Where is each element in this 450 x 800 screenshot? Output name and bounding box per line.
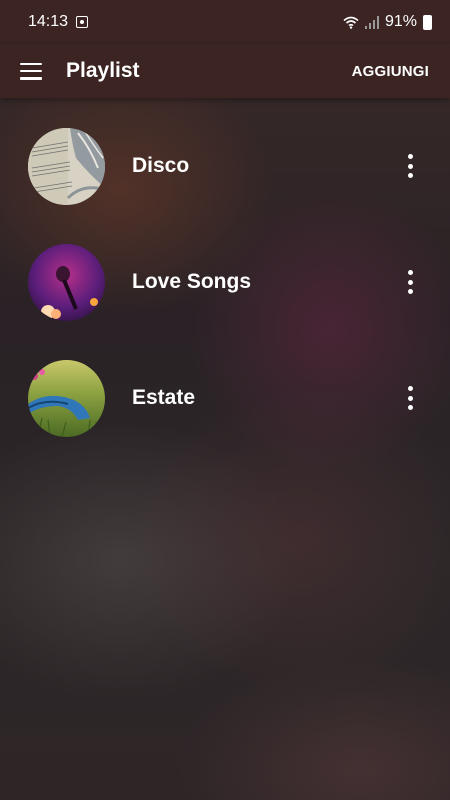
microphone-image <box>28 243 105 321</box>
menu-icon[interactable] <box>20 62 42 80</box>
page-title: Playlist <box>66 59 140 82</box>
playlist-item-love-songs[interactable]: Love Songs <box>0 224 450 340</box>
signal-icon <box>364 15 379 29</box>
battery-charging-icon <box>423 14 432 30</box>
playlist-title: Disco <box>132 154 190 177</box>
more-options-icon[interactable] <box>404 154 416 178</box>
playlist-list: Disco Love Songs Estate <box>0 108 450 456</box>
playlist-title: Love Songs <box>132 270 252 293</box>
playlist-title: Estate <box>132 386 196 409</box>
battery-percent: 91% <box>384 13 417 30</box>
playlist-item-estate[interactable]: Estate <box>0 340 450 456</box>
notification-icon <box>76 16 89 28</box>
headphones-grass-image <box>28 359 105 437</box>
status-bar: 14:13 91% <box>0 0 450 44</box>
playlist-item-disco[interactable]: Disco <box>0 108 450 224</box>
add-button[interactable]: AGGIUNGI <box>352 63 429 80</box>
more-options-icon[interactable] <box>404 386 416 410</box>
sheet-music-image <box>28 127 105 205</box>
status-left: 14:13 <box>28 13 89 31</box>
status-right: 91% <box>343 13 432 31</box>
wifi-icon <box>343 16 359 29</box>
app-bar: Playlist AGGIUNGI <box>0 44 450 98</box>
status-time: 14:13 <box>28 13 69 30</box>
more-options-icon[interactable] <box>404 270 416 294</box>
